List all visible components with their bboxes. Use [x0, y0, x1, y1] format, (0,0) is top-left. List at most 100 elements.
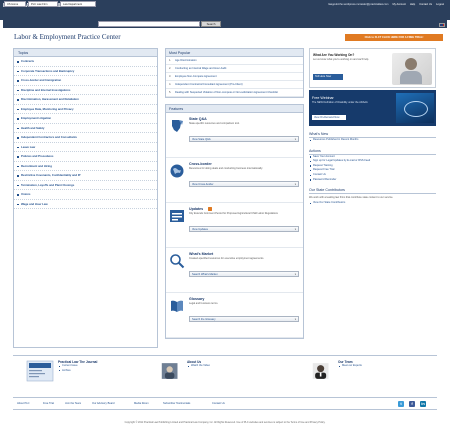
topic-item[interactable]: Unions — [14, 190, 157, 200]
most-popular-item[interactable]: 2. Conducting an Internal Wage and Hour A… — [166, 65, 303, 73]
free-trial-promo[interactable]: Click to FLCT CLICK HERE FOR A FREE TRIA… — [345, 34, 443, 41]
most-popular-item[interactable]: 3. Employee Non-Compete Agreement — [166, 73, 303, 81]
webinar-image — [396, 93, 434, 123]
updates-icon[interactable] — [169, 208, 185, 224]
feature-description: Resources for doing deals and conducting… — [189, 167, 263, 170]
team-photo-icon[interactable] — [312, 360, 334, 382]
cross-border-icon[interactable] — [169, 163, 185, 179]
topic-item[interactable]: Wage and Hour Law — [14, 200, 157, 209]
help-link[interactable]: Help — [410, 3, 415, 6]
twitter-icon[interactable]: t — [398, 401, 404, 407]
topic-label: Corporate Transactions and Bankruptcy — [21, 68, 75, 73]
action-label: Request Training — [313, 163, 333, 167]
feature-button-label: View Cross-border — [192, 183, 214, 186]
topic-item[interactable]: Health and Safety — [14, 124, 157, 133]
topic-item[interactable]: Cross-border and Immigration — [14, 76, 157, 86]
feature-title[interactable]: Glossary — [189, 297, 204, 301]
actions-heading: Actions — [309, 147, 436, 155]
topic-item[interactable]: Corporate Transactions and Bankruptcy — [14, 67, 157, 76]
linkedin-icon[interactable]: in — [420, 401, 426, 407]
feature-button-label: Search the Glossary — [192, 318, 216, 321]
footer-link-contact-us[interactable]: Contact Us — [212, 402, 225, 405]
search-input[interactable] — [98, 21, 200, 27]
tell-us-button[interactable]: Tell Here Now — [313, 74, 343, 80]
topic-item[interactable]: Employee Data, Monitoring and Privacy — [14, 105, 157, 114]
footer-divider — [13, 355, 437, 356]
topic-item[interactable]: Employment Litigation — [14, 114, 157, 124]
bullet-icon — [17, 99, 19, 101]
topic-item[interactable]: Discrimination, Harassment and Retaliati… — [14, 95, 157, 105]
watch-video-link[interactable]: Watch the Video — [187, 364, 210, 369]
action-link[interactable]: Password Reminder — [309, 178, 436, 183]
copyright-text: Copyright © 2011 Practical Law Publishin… — [124, 421, 326, 424]
feature-button-label: View Updates — [192, 228, 208, 231]
feature-button[interactable]: Search What's Market ▾ — [189, 271, 299, 277]
footer-link-about-plc[interactable]: About PLC — [17, 402, 30, 405]
us-flag-icon[interactable] — [439, 23, 445, 27]
contact-us-link[interactable]: Contact Us — [419, 3, 432, 6]
feature-title[interactable]: What's Market — [189, 252, 213, 256]
whats-market-icon[interactable] — [169, 253, 185, 269]
feature-button[interactable]: View Cross-border ▾ — [189, 181, 299, 187]
archive-link[interactable]: Archive — [58, 369, 97, 374]
about-video-icon[interactable] — [161, 360, 183, 382]
feature-button[interactable]: Search the Glossary ▾ — [189, 316, 299, 322]
footer-link-testimonials[interactable]: Subscriber Testimonials — [163, 402, 190, 405]
glossary-icon[interactable] — [169, 298, 185, 314]
topic-label: Recruitment and Hiring — [21, 163, 52, 168]
rss-icon[interactable] — [208, 207, 212, 211]
feature-title[interactable]: State Q&A — [189, 117, 207, 121]
features-box: Features State Q&A State-specific resourc… — [165, 104, 304, 339]
most-popular-heading: Most Popular — [166, 49, 303, 57]
footer-link-advisory-board[interactable]: Our Advisory Board — [92, 402, 115, 405]
bullet-icon — [17, 184, 19, 187]
user-links: liasgould.the.wordpress.mcrawler@practic… — [328, 3, 444, 6]
facebook-icon[interactable]: f — [409, 401, 415, 407]
feature-title[interactable]: Cross-border — [189, 162, 212, 166]
state-qa-icon[interactable] — [169, 118, 185, 134]
meet-experts-link[interactable]: Meet our Experts — [338, 364, 362, 369]
footer-link-join-team[interactable]: Join the Team — [65, 402, 81, 405]
features-list: State Q&A State-specific resources and co… — [166, 113, 303, 338]
feature-title[interactable]: Updates — [189, 207, 203, 211]
topic-item[interactable]: Termination, Layoffs and Plant Closings — [14, 181, 157, 190]
bullet-icon — [17, 175, 19, 177]
actions-list: Save Your Account Sign up for Legal Updat… — [309, 155, 436, 183]
logout-link[interactable]: Logout — [436, 3, 444, 6]
most-popular-item[interactable]: 4. Independent Contractor/Consultant Agre… — [166, 81, 303, 89]
contributors-text: We work with a leading law firms that co… — [309, 196, 394, 200]
feature-description: State-specific resources and comparison … — [189, 122, 240, 125]
topic-item[interactable]: Leave Law — [14, 143, 157, 152]
archive-label: Archive — [62, 368, 71, 372]
chevron-down-icon: ▾ — [294, 183, 296, 186]
tab-law-department[interactable]: Law Department — [60, 1, 96, 7]
tab-plc-law-firm[interactable]: PLC Law Firm — [28, 1, 58, 7]
feature-button[interactable]: View State Q&A ▾ — [189, 136, 299, 142]
webinar-button[interactable]: View On-Demand Now — [312, 115, 346, 120]
item-label: Employee Non-Compete Agreement — [175, 74, 217, 78]
journal-cover-icon[interactable] — [26, 360, 54, 382]
footer-link-free-trial[interactable]: Free Trial — [43, 402, 54, 405]
most-popular-list: 1. Age Discrimination 2. Conducting an Inte… — [166, 57, 303, 97]
bullet-icon — [309, 174, 311, 176]
my-account-link[interactable]: My Account — [392, 3, 405, 6]
topic-item[interactable]: Independent Contractors and Consultants — [14, 133, 157, 143]
feature-button[interactable]: View Updates ▾ — [189, 226, 299, 232]
tab-us-home[interactable]: US Home — [4, 1, 26, 7]
topic-item[interactable]: Policies and Procedures — [14, 152, 157, 162]
topic-item[interactable]: Contracts — [14, 57, 157, 67]
topic-item[interactable]: Restrictive Covenants, Confidentiality a… — [14, 171, 157, 181]
whats-new-link[interactable]: Resources Published in Recent Months — [309, 138, 436, 143]
footer-link-media-room[interactable]: Media Room — [134, 402, 149, 405]
search-button[interactable]: Search — [201, 21, 221, 27]
footer-links-bar: About PLC Free Trial Join the Team Our A… — [13, 397, 437, 410]
page-title: Labor & Employment Practice Center — [14, 33, 121, 41]
webinar-banner[interactable]: Free Webinar The NEW Definition of Disab… — [309, 90, 436, 126]
topic-item[interactable]: Discipline and Internal Investigations — [14, 86, 157, 95]
most-popular-item[interactable]: 5. Dealing with Suspected Violation of No… — [166, 89, 303, 97]
bullet-icon — [58, 370, 60, 372]
working-on-ad: What Are You Working On? Let us know wha… — [309, 48, 436, 88]
topic-item[interactable]: Recruitment and Hiring — [14, 162, 157, 171]
most-popular-item[interactable]: 1. Age Discrimination — [166, 57, 303, 65]
contributors-link[interactable]: View Our State Contributors — [309, 201, 436, 206]
